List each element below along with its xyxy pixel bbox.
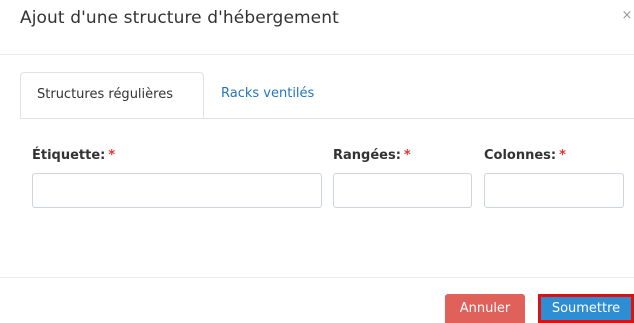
header-divider	[0, 54, 634, 55]
tab-bar-border	[20, 118, 634, 119]
colonnes-input[interactable]	[484, 173, 624, 208]
etiquette-input[interactable]	[32, 173, 322, 208]
rangees-input[interactable]	[333, 173, 472, 208]
colonnes-label: Colonnes: *	[484, 148, 566, 163]
close-icon[interactable]: ×	[620, 8, 634, 24]
rangees-label-text: Rangées:	[333, 148, 401, 163]
etiquette-label: Étiquette: *	[32, 148, 115, 163]
modal-title: Ajout d'une structure d'hébergement	[20, 8, 339, 28]
colonnes-label-text: Colonnes:	[484, 148, 557, 163]
rangees-label: Rangées: *	[333, 148, 411, 163]
footer-divider	[0, 277, 634, 278]
submit-button[interactable]: Soumettre	[538, 294, 634, 323]
tab-structures-regulieres[interactable]: Structures régulières	[20, 72, 204, 118]
etiquette-label-text: Étiquette:	[32, 148, 106, 163]
required-marker: *	[559, 148, 566, 163]
required-marker: *	[403, 148, 411, 163]
required-marker: *	[108, 148, 116, 163]
tab-racks-ventiles[interactable]: Racks ventilés	[205, 72, 330, 118]
cancel-button[interactable]: Annuler	[445, 294, 525, 323]
